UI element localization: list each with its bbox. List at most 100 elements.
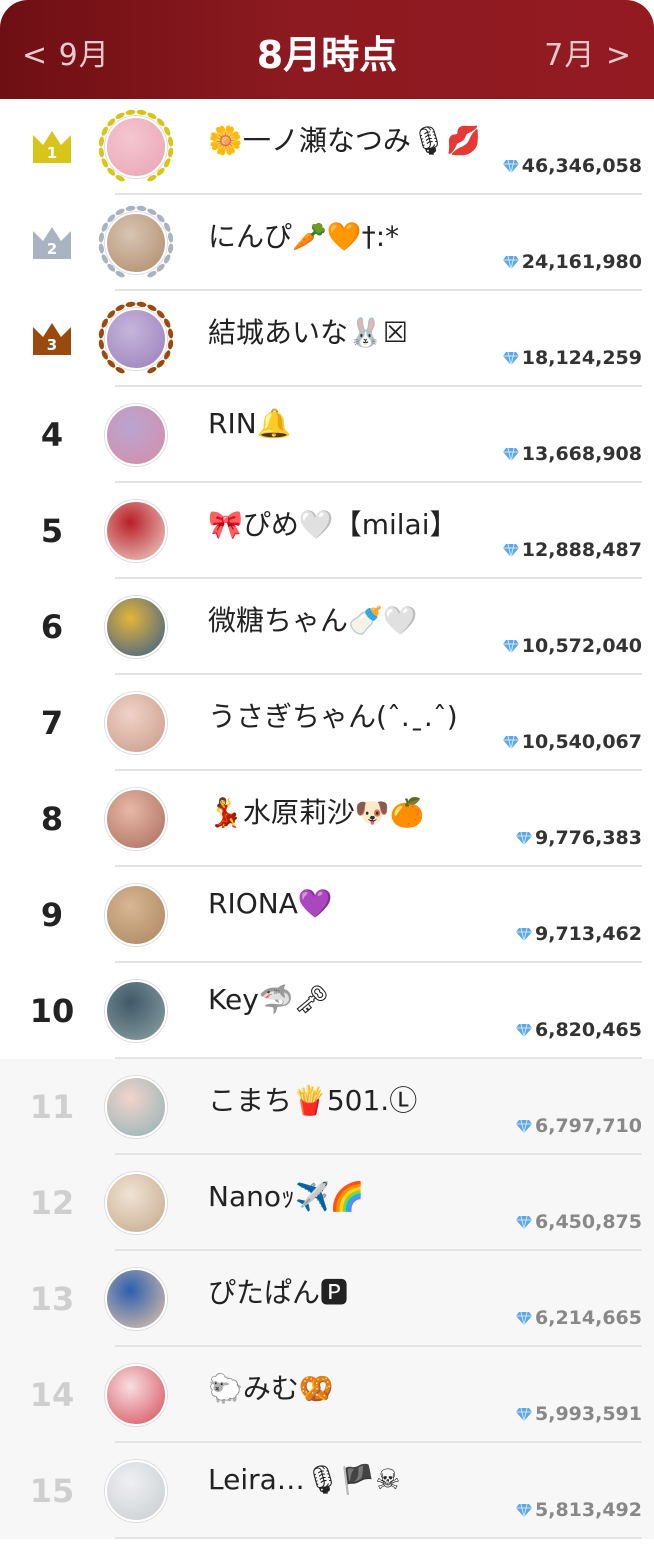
diamond-icon (516, 1023, 533, 1037)
user-name[interactable]: 🐑みむ🥨 (208, 1367, 334, 1407)
avatar-wrap (96, 491, 176, 571)
ranking-row[interactable]: 8 💃水原莉沙🐶🍊 9,776,383 (0, 771, 654, 867)
score: 12,888,487 (502, 539, 642, 561)
laurel-wreath-icon (98, 301, 174, 374)
crown-icon: 3 (31, 321, 73, 357)
score-value: 6,450,875 (535, 1211, 642, 1233)
avatar-wrap (96, 587, 176, 667)
rank-cell: 9 (0, 867, 104, 963)
avatar[interactable] (105, 1460, 167, 1522)
user-name[interactable]: 💃水原莉沙🐶🍊 (208, 791, 425, 831)
avatar[interactable] (105, 980, 167, 1042)
avatar[interactable] (105, 1364, 167, 1426)
rank-number: 2 (46, 240, 58, 258)
diamond-icon (516, 1215, 533, 1229)
user-name[interactable]: Nanoｯ✈️🌈 (208, 1175, 365, 1215)
score: 6,820,465 (515, 1019, 642, 1041)
rank-cell: 12 (0, 1155, 104, 1251)
user-name[interactable]: Key🦈🗝 (208, 983, 329, 1016)
rank-number: 11 (29, 1088, 75, 1126)
score: 5,813,492 (515, 1499, 642, 1521)
score-value: 24,161,980 (521, 251, 642, 273)
user-name[interactable]: 🌼一ノ瀬なつみ🎙💋 (208, 119, 481, 159)
avatar[interactable] (105, 404, 167, 466)
diamond-icon (502, 735, 519, 749)
diamond-icon (516, 1407, 533, 1421)
ranking-list: 1 🌼一ノ瀬なつみ🎙💋 46,346,058 2 にんぴ🥕🧡†:* 24,161,980 3… (0, 99, 654, 1539)
avatar-wrap (96, 395, 176, 475)
avatar[interactable] (105, 1268, 167, 1330)
score: 18,124,259 (502, 347, 642, 369)
user-name[interactable]: RIN🔔 (208, 407, 292, 440)
avatar[interactable] (105, 884, 167, 946)
diamond-icon (502, 255, 519, 269)
score: 10,572,040 (502, 635, 642, 657)
laurel-wreath-icon (98, 109, 174, 182)
ranking-row[interactable]: 9 RIONA💜 9,713,462 (0, 867, 654, 963)
diamond-icon (516, 927, 533, 941)
ranking-row[interactable]: 1 🌼一ノ瀬なつみ🎙💋 46,346,058 (0, 99, 654, 195)
score-value: 5,993,591 (535, 1403, 642, 1425)
score: 9,776,383 (515, 827, 642, 849)
ranking-row[interactable]: 6 微糖ちゃん🍼🤍 10,572,040 (0, 579, 654, 675)
user-name[interactable]: 結城あいな🐰☒ (208, 311, 408, 351)
score-value: 5,813,492 (535, 1499, 642, 1521)
avatar[interactable] (105, 500, 167, 562)
diamond-icon (516, 1119, 533, 1133)
user-name[interactable]: ぴたぱん🅿 (208, 1271, 348, 1311)
rank-number: 6 (40, 608, 64, 646)
user-name[interactable]: RIONA💜 (208, 887, 333, 920)
score-value: 46,346,058 (521, 155, 642, 177)
diamond-icon (502, 159, 519, 173)
next-month-button[interactable]: 7月 > (544, 30, 632, 74)
diamond-icon (516, 1311, 533, 1325)
ranking-row[interactable]: 14 🐑みむ🥨 5,993,591 (0, 1347, 654, 1443)
diamond-icon (516, 831, 533, 845)
avatar[interactable] (105, 1172, 167, 1234)
avatar-wrap (96, 1163, 176, 1243)
ranking-row[interactable]: 12 Nanoｯ✈️🌈 6,450,875 (0, 1155, 654, 1251)
ranking-row[interactable]: 2 にんぴ🥕🧡†:* 24,161,980 (0, 195, 654, 291)
rank-cell: 5 (0, 483, 104, 579)
laurel-wreath-icon (98, 205, 174, 278)
avatar[interactable] (105, 1076, 167, 1138)
score-value: 18,124,259 (521, 347, 642, 369)
diamond-icon (502, 639, 519, 653)
user-name[interactable]: Leira…🎙🏴☠ (208, 1463, 400, 1496)
rank-number: 7 (40, 704, 64, 742)
ranking-row[interactable]: 5 🎀ぴめ🤍【milai】 12,888,487 (0, 483, 654, 579)
avatar-wrap (96, 1067, 176, 1147)
score: 24,161,980 (502, 251, 642, 273)
rank-number: 9 (40, 896, 64, 934)
ranking-row[interactable]: 15 Leira…🎙🏴☠ 5,813,492 (0, 1443, 654, 1539)
score: 46,346,058 (502, 155, 642, 177)
user-name[interactable]: 🎀ぴめ🤍【milai】 (208, 503, 458, 543)
score-value: 13,668,908 (521, 443, 642, 465)
ranking-row[interactable]: 7 うさぎちゃん(ˆ.ˍ.ˆ) 10,540,067 (0, 675, 654, 771)
avatar-wrap (96, 203, 176, 283)
ranking-row[interactable]: 10 Key🦈🗝 6,820,465 (0, 963, 654, 1059)
rank-number: 13 (29, 1280, 75, 1318)
rank-number: 5 (40, 512, 64, 550)
avatar[interactable] (105, 596, 167, 658)
user-name[interactable]: にんぴ🥕🧡†:* (208, 215, 399, 255)
score: 13,668,908 (502, 443, 642, 465)
ranking-row[interactable]: 13 ぴたぱん🅿 6,214,665 (0, 1251, 654, 1347)
rank-cell: 6 (0, 579, 104, 675)
score-value: 6,214,665 (535, 1307, 642, 1329)
ranking-row[interactable]: 3 結城あいな🐰☒ 18,124,259 (0, 291, 654, 387)
diamond-icon (516, 1503, 533, 1517)
avatar[interactable] (105, 692, 167, 754)
rank-cell: 15 (0, 1443, 104, 1539)
avatar[interactable] (105, 788, 167, 850)
user-name[interactable]: 微糖ちゃん🍼🤍 (208, 599, 418, 639)
row-divider (115, 1537, 642, 1539)
user-name[interactable]: うさぎちゃん(ˆ.ˍ.ˆ) (208, 695, 458, 735)
ranking-row[interactable]: 4 RIN🔔 13,668,908 (0, 387, 654, 483)
score-value: 6,820,465 (535, 1019, 642, 1041)
crown-icon: 2 (31, 225, 73, 261)
user-name[interactable]: こまち🍟501.Ⓛ (208, 1079, 417, 1119)
ranking-row[interactable]: 11 こまち🍟501.Ⓛ 6,797,710 (0, 1059, 654, 1155)
score: 6,797,710 (515, 1115, 642, 1137)
diamond-icon (502, 351, 519, 365)
